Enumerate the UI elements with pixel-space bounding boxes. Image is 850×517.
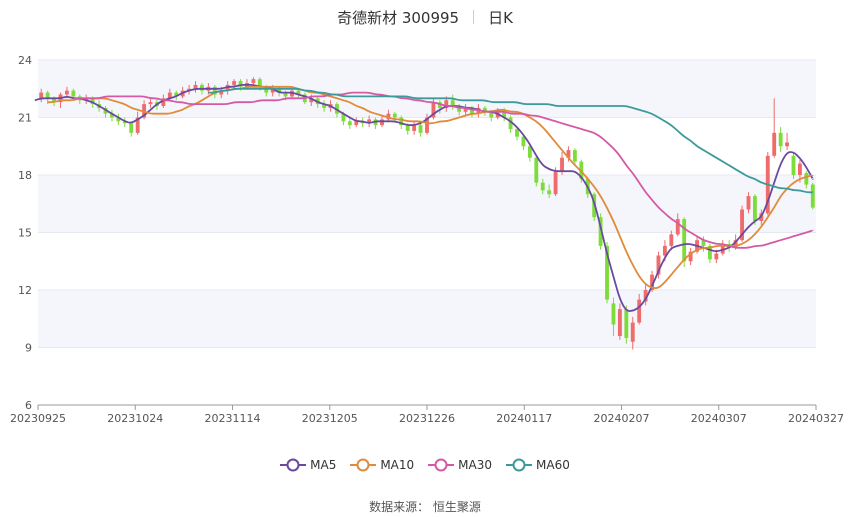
background-band [38,60,816,118]
candle-body [412,125,417,131]
data-source-value: 恒生聚源 [432,500,481,514]
candle-body [611,303,616,325]
x-axis: 20230925 20231024 20231114 20231205 20231226… [10,404,844,425]
y-tick-label: 18 [18,169,32,182]
candle-body [405,125,410,131]
legend-ma10-marker-icon [350,458,377,472]
candle-body [392,113,397,118]
candle-body [637,299,642,323]
legend-label-ma10: MA10 [380,458,415,472]
candle-body [791,155,796,175]
background-band [38,290,816,348]
candle-body [418,125,423,133]
background-bands [38,60,816,348]
legend-ma60-marker-icon [506,458,533,472]
candle-body [39,92,44,99]
y-tick-label: 24 [18,54,32,67]
legend-ma5-marker-icon [280,458,307,472]
candle-body [515,129,519,137]
legend: MA5 MA10 MA30 MA60 [0,458,850,472]
x-tick-label: 20240117 [496,412,552,425]
x-tick-label: 20240207 [594,412,650,425]
x-tick-label: 20240327 [788,412,844,425]
candle-body [804,173,809,185]
candle-body [624,309,629,338]
candle-body [617,309,622,336]
candle-body [752,196,757,221]
candle-body [148,102,153,105]
candle-body [129,123,134,133]
y-tick-label: 15 [18,227,32,240]
legend-item-ma30[interactable]: MA30 [428,458,492,472]
y-tick-label: 21 [18,112,32,125]
candle-body [785,142,789,147]
candle-body [380,119,384,126]
legend-item-ma10[interactable]: MA10 [350,458,414,472]
candle-body [347,121,352,126]
legend-label-ma30: MA30 [458,458,493,472]
legend-ma30-marker-icon [428,458,455,472]
y-axis: 6 9 12 15 18 21 24 [18,54,32,412]
candle-body [714,253,719,260]
candle-body [810,184,815,208]
candle-body [778,132,783,147]
candle-body [746,196,751,210]
legend-item-ma5[interactable]: MA5 [280,458,336,472]
candle-body [560,157,564,172]
candle-body [540,182,545,191]
legend-label-ma5: MA5 [310,458,337,472]
y-tick-label: 9 [25,342,32,355]
x-tick-label: 20240307 [691,412,747,425]
candle-body [200,84,204,91]
candlestick-chart: 691215182124 20230925 20231024 20231114 202… [10,54,844,425]
candle-body [682,219,687,262]
x-tick-label: 20231114 [205,412,261,425]
candle-body [797,163,802,175]
x-tick-label: 20231226 [399,412,455,425]
background-band [38,175,816,233]
candle-body [232,81,237,85]
y-tick-label: 6 [25,399,32,412]
x-tick-label: 20230925 [10,412,66,425]
candle-body [772,132,777,156]
candle-body [669,234,674,246]
candle-body [534,157,539,183]
candle-body [65,90,69,95]
candle-body [547,190,552,195]
candle-body [630,322,635,342]
data-source: 数据来源： 恒生聚源 [0,498,850,515]
x-tick-label: 20231205 [302,412,358,425]
legend-item-ma60[interactable]: MA60 [506,458,570,472]
data-source-label: 数据来源： [369,500,430,514]
y-tick-label: 12 [18,284,32,297]
candle-body [71,90,76,97]
candle-body [553,171,558,195]
candle-body [251,79,256,83]
legend-label-ma60: MA60 [536,458,570,472]
candle-body [572,150,577,162]
x-tick-label: 20231024 [107,412,163,425]
